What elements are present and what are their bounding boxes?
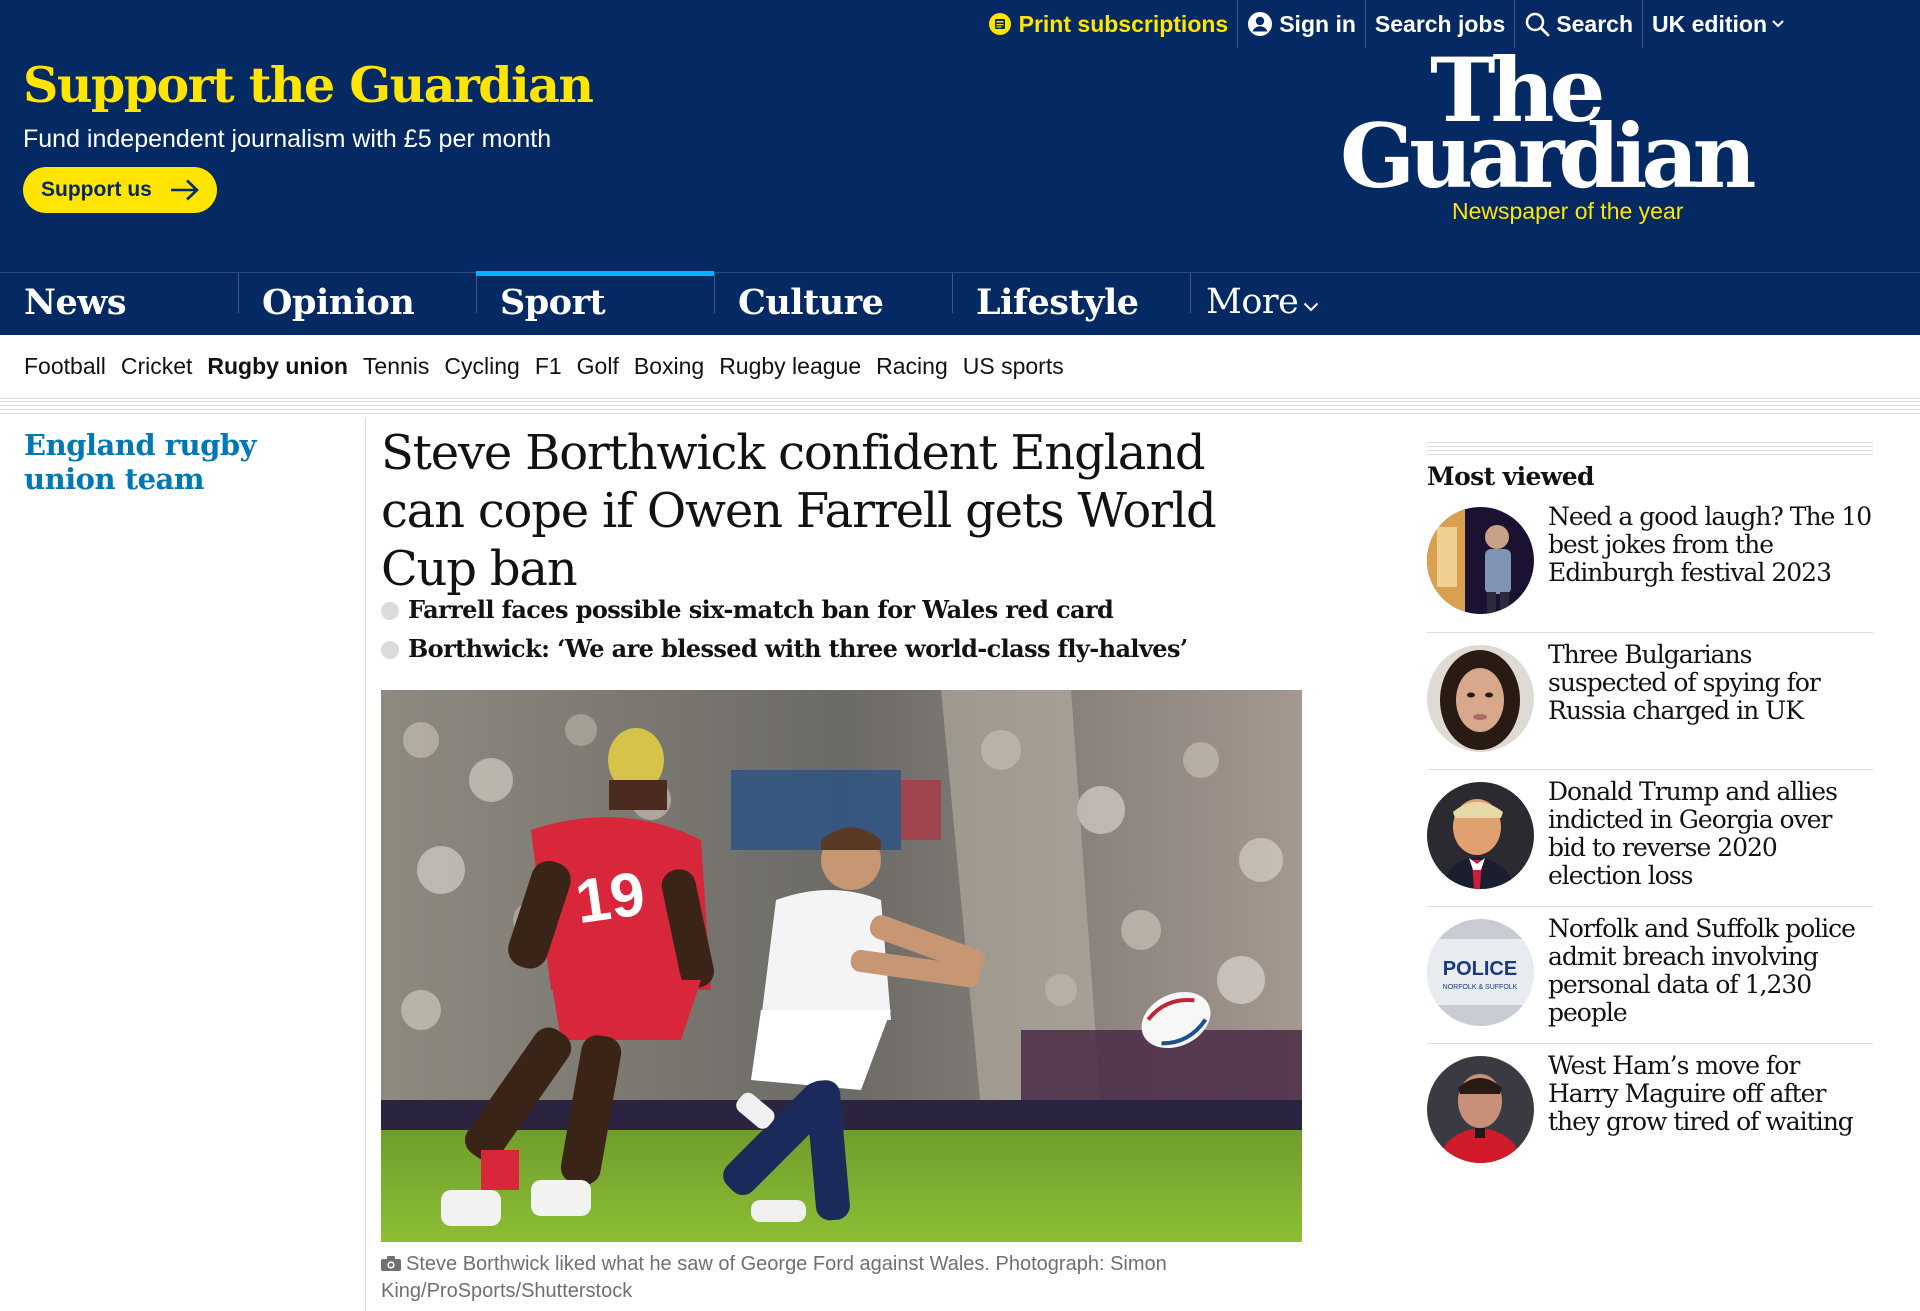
section-divider — [0, 401, 1920, 415]
thumbnail-police-sign: POLICE NORFOLK & SUFFOLK — [1427, 919, 1534, 1026]
search-jobs-label: Search jobs — [1374, 10, 1506, 37]
search-icon — [1524, 11, 1550, 37]
most-viewed-headline: Need a good laugh? The 10 best jokes fro… — [1548, 502, 1872, 587]
logo-guardian: Guardian — [1340, 104, 1756, 208]
jersey-number: 19 — [571, 859, 649, 937]
left-column: England rugby union team — [0, 418, 366, 1311]
police-sign-subtext: NORFOLK & SUFFOLK — [1443, 984, 1518, 991]
subnav-f1[interactable]: F1 — [535, 353, 562, 380]
sport-subnav: Football Cricket Rugby union Tennis Cycl… — [0, 335, 1920, 399]
most-viewed-list: Need a good laugh? The 10 best jokes fro… — [1427, 495, 1873, 1180]
most-viewed-divider — [1427, 442, 1873, 458]
newspaper-icon — [987, 11, 1013, 37]
pillar-nav: News Opinion Sport Culture Lifestyle Mor… — [0, 271, 1920, 335]
edition-label: UK edition — [1652, 10, 1767, 37]
search-label: Search — [1556, 10, 1633, 37]
subnav-racing[interactable]: Racing — [876, 353, 948, 380]
main-photo[interactable]: 19 — [381, 690, 1302, 1242]
thumbnail-trump — [1427, 782, 1534, 889]
pillar-news[interactable]: News — [0, 273, 238, 335]
most-viewed-item[interactable]: Donald Trump and allies indicted in Geor… — [1427, 769, 1873, 906]
support-subtitle: Fund independent journalism with £5 per … — [23, 125, 552, 153]
thumbnail-footballer — [1427, 1056, 1534, 1163]
arrow-right-icon — [170, 179, 200, 201]
caption-text: Steve Borthwick liked what he saw of Geo… — [381, 1253, 1167, 1302]
rugby-match-image: 19 — [381, 690, 1302, 1242]
thumbnail-portrait-woman — [1427, 645, 1534, 752]
subnav-cycling[interactable]: Cycling — [444, 353, 519, 380]
standfirst-item: Farrell faces possible six-match ban for… — [381, 590, 1301, 629]
user-icon — [1247, 11, 1273, 37]
most-viewed-item[interactable]: POLICE NORFOLK & SUFFOLK Norfolk and Suf… — [1427, 906, 1873, 1043]
subnav-cricket[interactable]: Cricket — [121, 353, 193, 380]
article-headline: Steve Borthwick confident England can co… — [381, 425, 1217, 597]
pillar-opinion[interactable]: Opinion — [238, 273, 476, 335]
subnav-rugby-union[interactable]: Rugby union — [207, 353, 348, 380]
chevron-down-icon — [1303, 302, 1319, 312]
standfirst: Farrell faces possible six-match ban for… — [381, 590, 1301, 668]
chevron-down-icon — [1772, 20, 1784, 28]
support-title: Support the Guardian — [23, 56, 594, 114]
edition-selector[interactable]: UK edition — [1642, 0, 1920, 48]
police-sign-text: POLICE — [1443, 958, 1517, 980]
subnav-golf[interactable]: Golf — [577, 353, 619, 380]
print-subscriptions-link[interactable]: Print subscriptions — [978, 0, 1238, 48]
most-viewed-title: Most viewed — [1427, 462, 1595, 491]
support-us-button[interactable]: Support us — [23, 167, 217, 213]
subnav-football[interactable]: Football — [24, 353, 106, 380]
standfirst-item: Borthwick: ‘We are blessed with three wo… — [381, 629, 1301, 668]
subnav-rugby-league[interactable]: Rugby league — [719, 353, 861, 380]
most-viewed-item[interactable]: Need a good laugh? The 10 best jokes fro… — [1427, 495, 1873, 632]
most-viewed-headline: Donald Trump and allies indicted in Geor… — [1548, 777, 1838, 890]
most-viewed-headline: Three Bulgarians suspected of spying for… — [1548, 640, 1821, 725]
sign-in-link[interactable]: Sign in — [1237, 0, 1365, 48]
subnav-boxing[interactable]: Boxing — [634, 353, 704, 380]
photo-caption: Steve Borthwick liked what he saw of Geo… — [381, 1251, 1261, 1305]
pillar-culture[interactable]: Culture — [714, 273, 952, 335]
most-viewed-item[interactable]: West Ham’s move for Harry Maguire off af… — [1427, 1043, 1873, 1180]
pillar-more[interactable]: More — [1190, 273, 1428, 335]
pillar-lifestyle[interactable]: Lifestyle — [952, 273, 1190, 335]
most-viewed-headline: West Ham’s move for Harry Maguire off af… — [1548, 1051, 1854, 1136]
sign-in-label: Sign in — [1279, 10, 1356, 37]
subnav-us-sports[interactable]: US sports — [963, 353, 1064, 380]
pillar-sport[interactable]: Sport — [476, 271, 714, 335]
thumbnail-comedian — [1427, 507, 1534, 614]
logo-tagline: Newspaper of the year — [1452, 198, 1684, 224]
pillar-more-label: More — [1206, 282, 1299, 322]
subnav-tennis[interactable]: Tennis — [363, 353, 429, 380]
most-viewed-item[interactable]: Three Bulgarians suspected of spying for… — [1427, 632, 1873, 769]
support-us-label: Support us — [41, 178, 152, 201]
print-subscriptions-label: Print subscriptions — [1018, 10, 1229, 37]
most-viewed-headline: Norfolk and Suffolk police admit breach … — [1548, 914, 1856, 1027]
masthead: Print subscriptions Sign in Search jobs … — [0, 0, 1920, 335]
series-link[interactable]: England rugby union team — [24, 428, 344, 496]
camera-icon — [381, 1252, 401, 1271]
guardian-logo[interactable]: The Guardian Newspaper of the year — [1340, 46, 1800, 229]
